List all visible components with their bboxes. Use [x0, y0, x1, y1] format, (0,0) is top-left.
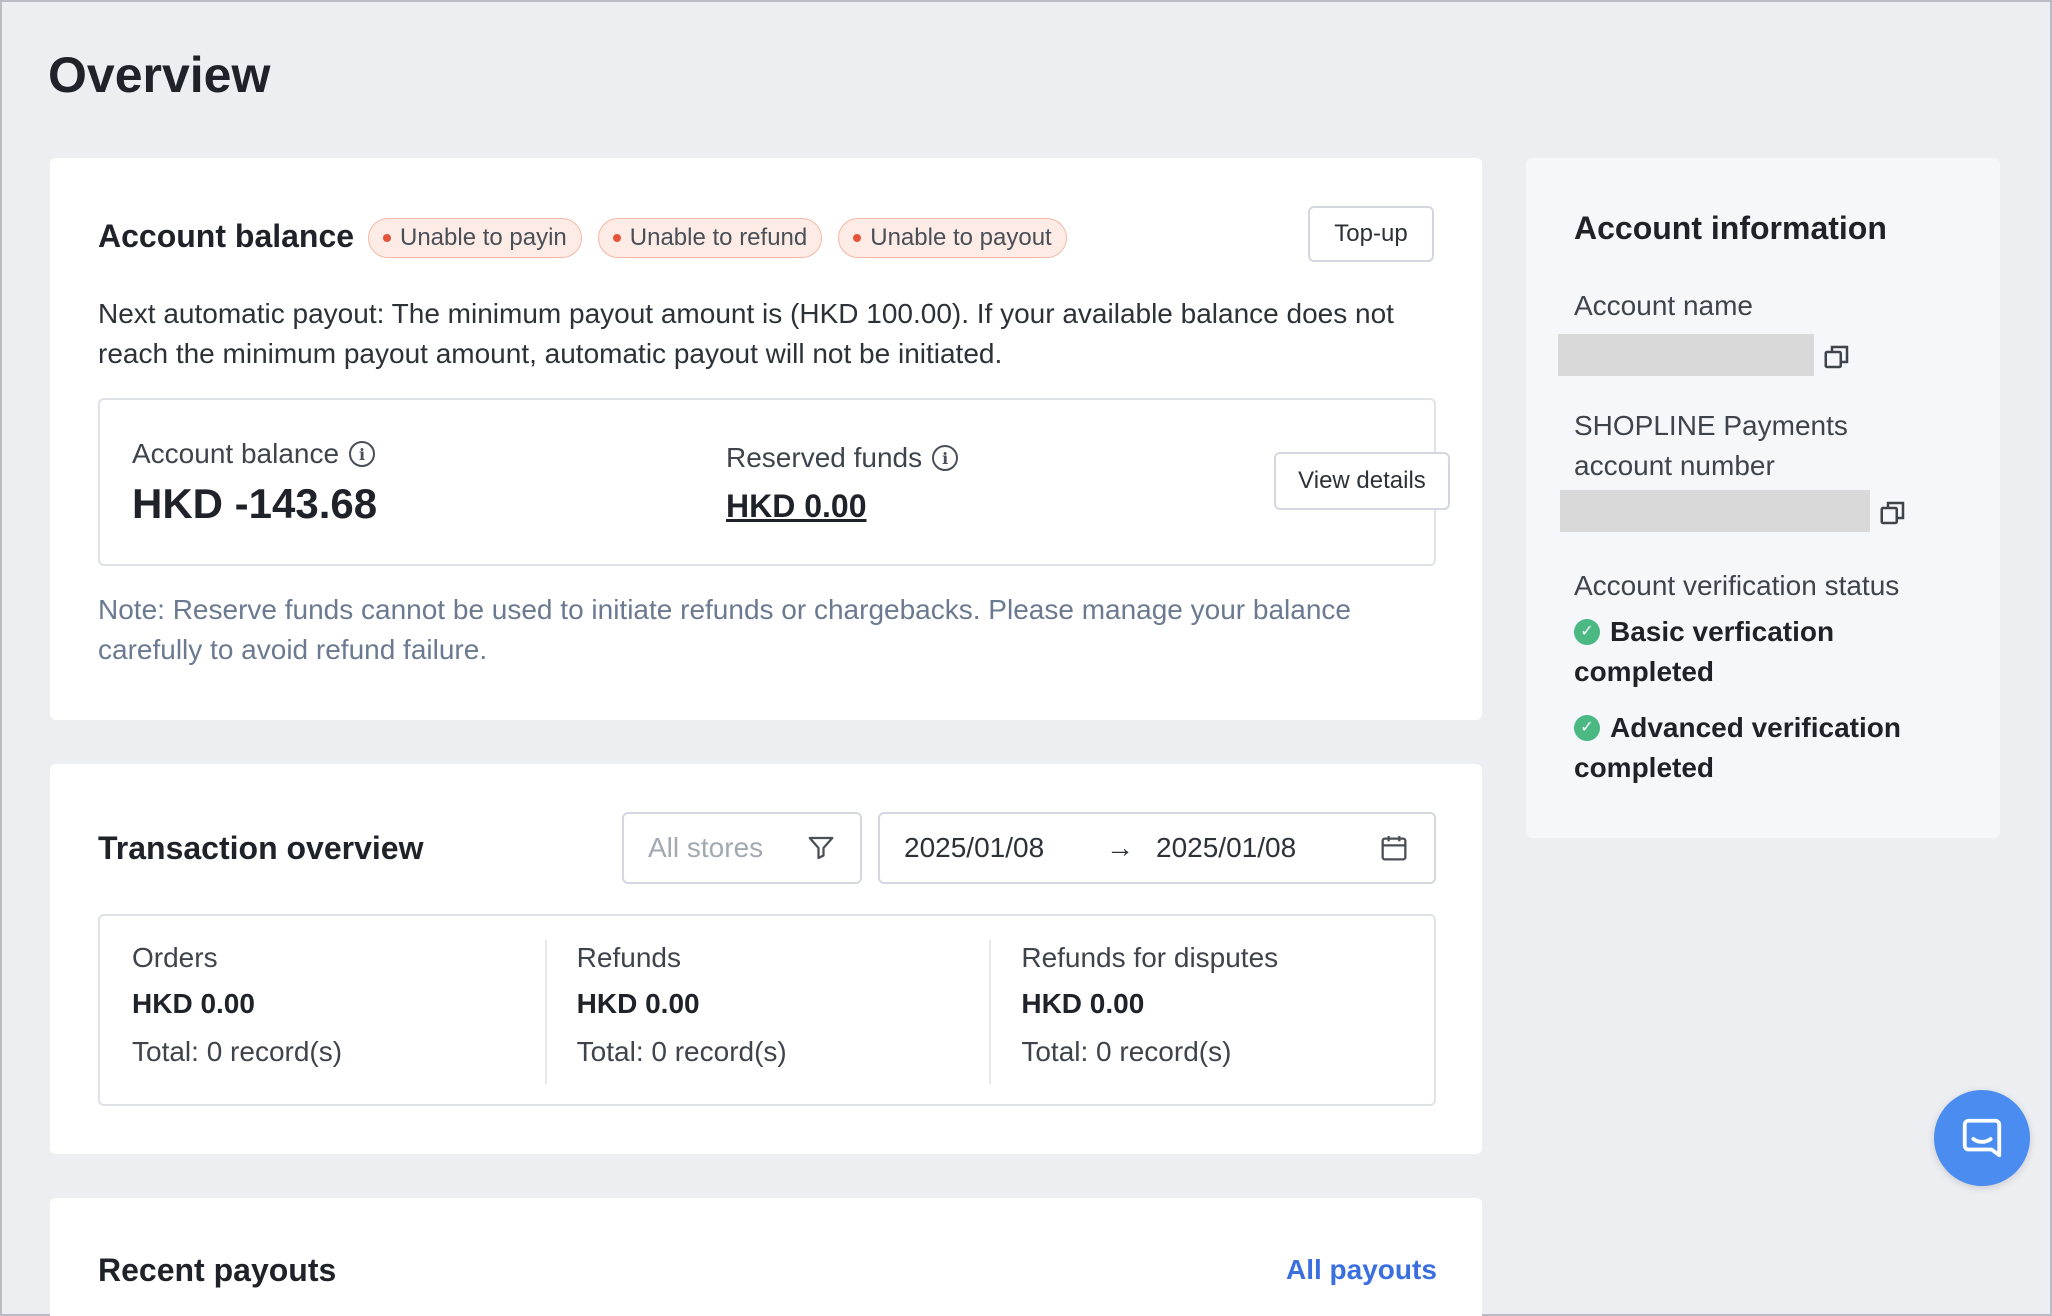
transaction-overview-title: Transaction overview: [98, 830, 424, 866]
divider: [544, 940, 547, 1084]
date-range-picker[interactable]: 2025/01/08 → 2025/01/08: [878, 812, 1436, 884]
account-information-panel: Account information Account name SHOPLIN…: [1526, 158, 2000, 838]
account-balance-label: Account balance: [132, 438, 340, 469]
filter-icon: [808, 836, 834, 860]
status-dot-icon: [383, 234, 391, 242]
arrow-right-icon: →: [1106, 832, 1134, 863]
balance-summary-box: Account balance i HKD -143.68 Reserved f…: [98, 398, 1450, 566]
stat-label: Refunds: [576, 942, 681, 973]
stat-value: HKD 0.00: [132, 988, 255, 1019]
payout-notice: Next automatic payout: The minimum payou…: [98, 298, 1394, 369]
advanced-verification-status: ✓ Advanced verification completed: [1574, 708, 1974, 788]
status-dot-icon: [853, 234, 862, 242]
stat-refunds: Refunds HKD 0.00 Total: 0 record(s): [544, 916, 990, 1104]
account-number-redacted: [1560, 490, 1870, 532]
account-balance-label-row: Account balance i: [132, 438, 376, 470]
stat-value: HKD 0.00: [1021, 988, 1145, 1019]
verification-status-label: Account verification status: [1574, 570, 1900, 601]
chat-launcher-button[interactable]: [1934, 1090, 2030, 1186]
advanced-verification-label: Advanced verification completed: [1574, 712, 1901, 783]
stat-total: Total: 0 record(s): [576, 1036, 787, 1067]
status-badge-refund: Unable to refund: [597, 218, 823, 258]
chat-icon: [1962, 1118, 2002, 1158]
recent-payouts-card: Recent payouts All payouts: [50, 1198, 1482, 1316]
account-balance-title: Account balance: [98, 218, 355, 254]
status-badge-label: Unable to refund: [629, 224, 808, 251]
store-filter-select[interactable]: All stores: [622, 812, 862, 884]
page-title: Overview: [48, 47, 271, 103]
reserved-funds-label: Reserved funds: [726, 442, 923, 473]
status-dot-icon: [612, 234, 621, 242]
stat-refunds-disputes: Refunds for disputes HKD 0.00 Total: 0 r…: [989, 916, 1434, 1104]
stat-value: HKD 0.00: [576, 988, 700, 1019]
stat-label: Refunds for disputes: [1021, 942, 1279, 973]
account-balance-value: HKD -143.68: [132, 480, 378, 527]
stat-label: Orders: [132, 942, 218, 973]
basic-verification-label: Basic verfication completed: [1574, 616, 1835, 687]
reserve-note: Note: Reserve funds cannot be used to in…: [98, 594, 1351, 665]
status-tags: Unable to payin Unable to refund Unable …: [368, 218, 1067, 258]
account-balance-card: Account balance Unable to payin Unable t…: [50, 158, 1482, 720]
stat-total: Total: 0 record(s): [1021, 1036, 1232, 1067]
transaction-stats: Orders HKD 0.00 Total: 0 record(s) Refun…: [98, 914, 1436, 1106]
account-number-label: SHOPLINE Payments account number: [1574, 410, 1848, 481]
status-badge-payin: Unable to payin: [368, 218, 582, 258]
copy-icon[interactable]: [1822, 342, 1852, 372]
info-icon[interactable]: i: [349, 441, 376, 467]
status-badge-payout: Unable to payout: [838, 218, 1067, 258]
check-circle-icon: ✓: [1574, 714, 1600, 741]
date-end[interactable]: 2025/01/08: [1156, 832, 1356, 864]
info-icon[interactable]: i: [932, 445, 959, 471]
account-name-redacted: [1558, 334, 1814, 376]
transaction-overview-card: Transaction overview All stores 2025/01/…: [50, 764, 1482, 1154]
calendar-icon[interactable]: [1378, 832, 1410, 864]
check-circle-icon: ✓: [1574, 618, 1600, 645]
reserved-funds-value-link[interactable]: HKD 0.00: [726, 488, 867, 525]
date-start[interactable]: 2025/01/08: [904, 832, 1084, 864]
view-details-button[interactable]: View details: [1274, 452, 1450, 510]
copy-icon[interactable]: [1878, 498, 1908, 528]
recent-payouts-title: Recent payouts: [98, 1252, 337, 1288]
divider: [989, 940, 992, 1084]
stat-orders: Orders HKD 0.00 Total: 0 record(s): [100, 916, 545, 1104]
status-badge-label: Unable to payin: [400, 224, 567, 251]
basic-verification-status: ✓ Basic verfication completed: [1574, 612, 1974, 692]
status-badge-label: Unable to payout: [870, 224, 1052, 251]
all-payouts-link[interactable]: All payouts: [1286, 1254, 1437, 1286]
account-information-title: Account information: [1574, 210, 1887, 246]
account-name-label: Account name: [1574, 290, 1753, 321]
topup-button[interactable]: Top-up: [1308, 206, 1434, 262]
stat-total: Total: 0 record(s): [132, 1036, 343, 1067]
store-filter-placeholder: All stores: [648, 832, 764, 863]
reserved-funds-label-row: Reserved funds i: [726, 442, 959, 474]
